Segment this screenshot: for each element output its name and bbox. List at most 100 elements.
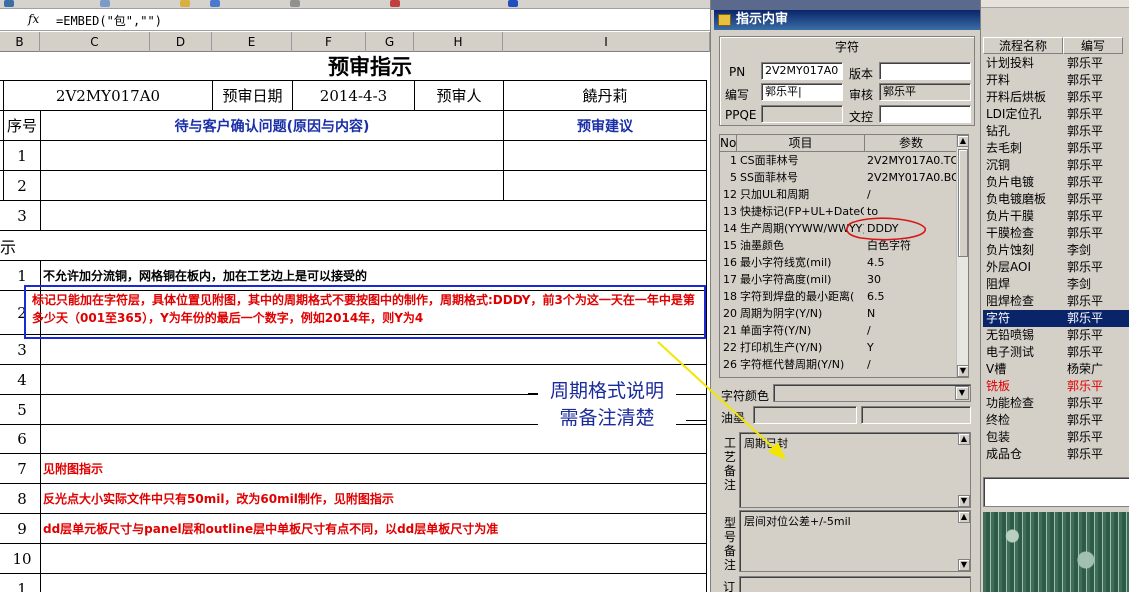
flow-row[interactable]: 终检 郭乐平: [983, 412, 1129, 429]
chart-icon[interactable]: [290, 0, 300, 7]
flow-row[interactable]: 负片蚀刻 李剑: [983, 242, 1129, 259]
flow-row[interactable]: 包装 郭乐平: [983, 429, 1129, 446]
parameter-row[interactable]: 1 CS面菲林号 2V2MY017A0.TO: [720, 152, 959, 169]
row-number: 4: [17, 370, 27, 389]
parameter-row[interactable]: 5 SS面菲林号 2V2MY017A0.BO: [720, 169, 959, 186]
flow-row[interactable]: 去毛刺 郭乐平: [983, 140, 1129, 157]
group-label: 字符: [834, 40, 859, 54]
sheet-grid[interactable]: 预审指示 2V2MY017A0 预审日期 2014-4-3 预审人 饒丹莉 序号…: [0, 52, 710, 592]
flow-row[interactable]: 负片电镀 郭乐平: [983, 174, 1129, 191]
flow-name-header[interactable]: 流程名称: [983, 37, 1063, 54]
function-icon[interactable]: fx: [28, 12, 39, 26]
param-item: 周期为阴字(Y/N): [740, 307, 823, 320]
flow-author-header[interactable]: 编写: [1063, 37, 1123, 54]
dialog-title: 指示内审: [736, 12, 789, 27]
param-no: 14: [723, 222, 737, 235]
col-header-item[interactable]: 项目: [737, 135, 865, 152]
parameter-row[interactable]: 17 最小字符高度(mil) 30: [720, 271, 958, 288]
col-header-no[interactable]: No: [720, 135, 737, 152]
issue-header: 待与客户确认问题(原因与内容): [174, 118, 370, 135]
scroll-thumb[interactable]: [958, 149, 968, 257]
scroll-down-icon[interactable]: ▼: [958, 495, 970, 507]
order-field[interactable]: [739, 576, 971, 592]
parameter-row[interactable]: 12 只加UL和周期 /: [720, 186, 958, 203]
param-item: SS面菲林号: [740, 171, 798, 184]
author-field[interactable]: 郭乐平|: [761, 83, 843, 101]
drawing-icon[interactable]: [390, 0, 400, 7]
flow-row[interactable]: 负片干膜 郭乐平: [983, 208, 1129, 225]
flow-step-author: 郭乐平: [1067, 73, 1104, 87]
column-header[interactable]: C: [40, 32, 150, 52]
audit-field[interactable]: 郭乐平: [879, 83, 971, 101]
scroll-up-icon[interactable]: ▲: [958, 433, 970, 445]
flow-row[interactable]: 功能检查 郭乐平: [983, 395, 1129, 412]
flow-row[interactable]: 外层AOI 郭乐平: [983, 259, 1129, 276]
flow-row[interactable]: 阻焊检查 郭乐平: [983, 293, 1129, 310]
parameter-row[interactable]: 18 字符到焊盘的最小距离(6.5: [720, 288, 958, 305]
annotation-leader-line: [528, 393, 538, 394]
flow-row[interactable]: V槽 杨荣广: [983, 361, 1129, 378]
param-no: 16: [723, 256, 737, 269]
flow-row[interactable]: 电子测试 郭乐平: [983, 344, 1129, 361]
flow-row[interactable]: 负电镀磨板 郭乐平: [983, 191, 1129, 208]
flow-table[interactable]: 流程名称 编写 计划投料 郭乐平 开料 郭乐平 开料后烘板 郭乐平 LDI定位孔 郭乐平 钻孔郭…: [983, 37, 1129, 462]
formula-input[interactable]: =EMBED("包",""): [56, 12, 162, 29]
process-flow-panel: 流程名称 编写 计划投料 郭乐平 开料 郭乐平 开料后烘板 郭乐平 LDI定位孔 郭乐平 钻孔郭…: [980, 0, 1129, 592]
column-header[interactable]: G: [366, 32, 414, 52]
pn-label: PN: [729, 65, 746, 79]
flow-row[interactable]: 阻焊 李剑: [983, 276, 1129, 293]
char-color-select[interactable]: ▼: [773, 384, 971, 402]
pn-field[interactable]: 2V2MY017A0: [761, 62, 843, 80]
ink-field-2[interactable]: [861, 406, 971, 424]
flow-step-author: 郭乐平: [1067, 175, 1104, 189]
undo-icon[interactable]: [100, 0, 110, 7]
column-header[interactable]: B: [0, 32, 40, 52]
save-icon[interactable]: [4, 0, 14, 7]
flow-row[interactable]: LDI定位孔 郭乐平: [983, 106, 1129, 123]
flow-row[interactable]: 计划投料 郭乐平: [983, 55, 1129, 72]
version-field[interactable]: [879, 62, 971, 80]
scroll-up-icon[interactable]: ▲: [957, 135, 968, 147]
col-header-value[interactable]: 参数: [865, 135, 958, 152]
param-item: 最小字符线宽(mil): [740, 256, 832, 269]
column-header[interactable]: D: [150, 32, 212, 52]
ppqe-field[interactable]: [761, 105, 843, 123]
flow-row[interactable]: 干膜检查 郭乐平: [983, 225, 1129, 242]
flow-row[interactable]: 成品仓 郭乐平: [983, 446, 1129, 462]
flow-row[interactable]: 开料 郭乐平: [983, 72, 1129, 89]
flow-filter-field[interactable]: [983, 477, 1129, 507]
model-note-field[interactable]: 层间对位公差+/-5mil ▲ ▼: [739, 510, 971, 572]
flow-step-author: 郭乐平: [1067, 141, 1104, 155]
flow-row[interactable]: 无铅喷锡 郭乐平: [983, 327, 1129, 344]
formula-bar[interactable]: fx =EMBED("包",""): [0, 9, 710, 31]
flow-step-author: 郭乐平: [1067, 124, 1104, 138]
scroll-down-icon[interactable]: ▼: [958, 559, 970, 571]
chevron-down-icon[interactable]: ▼: [955, 386, 969, 400]
doc-control-field[interactable]: [879, 105, 971, 123]
column-headers: BCDEFGHI: [0, 32, 710, 52]
column-header[interactable]: I: [503, 32, 710, 52]
redo-icon[interactable]: [210, 0, 220, 7]
scroll-down-icon[interactable]: ▼: [957, 365, 968, 377]
row-number: 8: [17, 489, 27, 508]
review-dialog: 指示内审 字符 PN 2V2MY017A0 版本 编写 郭乐平| 审核 郭乐平 …: [710, 0, 980, 592]
param-scrollbar[interactable]: ▲ ▼: [956, 135, 968, 377]
scroll-up-icon[interactable]: ▲: [958, 511, 970, 523]
parameter-row[interactable]: 16 最小字符线宽(mil) 4.5: [720, 254, 958, 271]
flow-row[interactable]: 开料后烘板 郭乐平: [983, 89, 1129, 106]
row-number: 1: [17, 146, 27, 165]
flow-row[interactable]: 沉铜 郭乐平: [983, 157, 1129, 174]
parameter-row[interactable]: 20 周期为阴字(Y/N) N: [720, 305, 958, 322]
column-header[interactable]: H: [414, 32, 503, 52]
dialog-titlebar[interactable]: 指示内审: [714, 10, 980, 30]
flow-row[interactable]: 钻孔 郭乐平: [983, 123, 1129, 140]
column-header[interactable]: F: [292, 32, 366, 52]
instruction-text: dd层单元板尺寸与panel层和outline层中单板尺寸有点不同，以dd层单板…: [43, 522, 499, 536]
paste-icon[interactable]: [180, 0, 190, 7]
flow-row[interactable]: 铣板 郭乐平: [983, 378, 1129, 395]
flow-row[interactable]: 字符 郭乐平: [983, 310, 1129, 327]
flow-step-name: 字符: [986, 311, 1011, 325]
help-icon[interactable]: [508, 0, 518, 7]
column-header[interactable]: E: [212, 32, 292, 52]
param-value: /: [867, 358, 871, 371]
